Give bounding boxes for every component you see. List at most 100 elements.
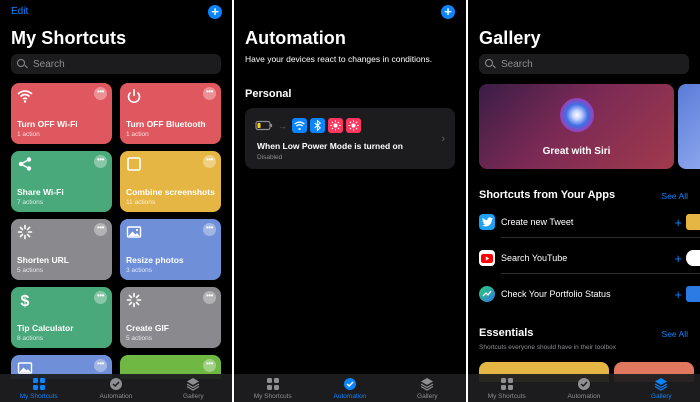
dollar-icon: $ — [21, 293, 30, 308]
tab-bar: My Shortcuts Automation Gallery — [234, 374, 466, 402]
chevron-right-icon: › — [441, 133, 445, 145]
brightness-icon — [328, 118, 343, 133]
app-shortcut-label: Create new Tweet — [501, 217, 574, 227]
more-options-button[interactable]: ••• — [203, 87, 216, 100]
more-options-button[interactable]: ••• — [94, 291, 107, 304]
grid-icon — [32, 378, 45, 390]
hero-title: Great with Siri — [542, 146, 611, 157]
tab-my-shortcuts[interactable]: My Shortcuts — [472, 377, 542, 400]
search-input[interactable]: Search — [11, 54, 221, 74]
edit-button[interactable]: Edit — [11, 6, 28, 17]
square-icon — [127, 157, 141, 171]
shortcut-tile-tip-calculator[interactable]: $ ••• Tip Calculator 8 actions — [11, 287, 112, 348]
shortcut-tile-resize-photos[interactable]: ••• Resize photos 3 actions — [120, 219, 221, 280]
tab-bar: My Shortcuts Automation Gallery — [0, 374, 232, 402]
more-options-button[interactable]: ••• — [94, 223, 107, 236]
portfolio-icon — [479, 286, 495, 302]
see-all-link[interactable]: See All — [662, 329, 688, 339]
power-icon — [127, 89, 141, 104]
automation-card[interactable]: → When Low Power Mode is turned on Disab… — [245, 108, 455, 169]
tile-action-count: 8 actions — [17, 335, 44, 342]
wifi-icon — [17, 90, 33, 103]
automation-title: When Low Power Mode is turned on — [257, 141, 403, 151]
youtube-icon — [479, 250, 495, 266]
app-shortcut-label: Check Your Portfolio Status — [501, 289, 611, 299]
tab-gallery[interactable]: Gallery — [158, 377, 228, 400]
app-shortcut-row[interactable]: Create new Tweet + — [479, 212, 700, 232]
tile-name: Turn OFF Wi-Fi — [17, 119, 78, 129]
siri-icon — [560, 98, 594, 132]
grid-icon — [266, 378, 279, 390]
tab-automation[interactable]: Automation — [549, 377, 619, 400]
tile-action-count: 3 actions — [126, 267, 153, 274]
tab-label: Gallery — [417, 393, 438, 400]
app-shortcut-row[interactable]: Check Your Portfolio Status + — [479, 284, 700, 304]
tab-label: My Shortcuts — [19, 393, 58, 400]
app-shortcut-label: Search YouTube — [501, 253, 568, 263]
shortcut-tile-shorten-url[interactable]: ••• Shorten URL 5 actions — [11, 219, 112, 280]
gallery-card-partial — [686, 286, 700, 302]
add-shortcut-button[interactable]: + — [208, 5, 222, 19]
tab-gallery[interactable]: Gallery — [392, 377, 462, 400]
more-options-button[interactable]: ••• — [203, 155, 216, 168]
more-options-button[interactable]: ••• — [203, 359, 216, 372]
add-button[interactable]: + — [674, 251, 682, 266]
shortcut-tile-turn-off-wifi[interactable]: ••• Turn OFF Wi-Fi 1 action — [11, 83, 112, 144]
tile-name: Tip Calculator — [17, 323, 74, 333]
search-input[interactable]: Search — [479, 54, 689, 74]
loader-icon — [17, 224, 33, 240]
brightness-icon — [346, 118, 361, 133]
tab-label: Automation — [333, 393, 367, 400]
more-options-button[interactable]: ••• — [94, 359, 107, 372]
tab-automation[interactable]: Automation — [81, 377, 151, 400]
section-heading-personal: Personal — [245, 88, 292, 100]
search-placeholder: Search — [501, 58, 533, 70]
clock-check-icon — [577, 378, 590, 390]
search-icon — [485, 58, 496, 70]
tab-gallery[interactable]: Gallery — [626, 377, 696, 400]
low-battery-icon — [255, 120, 273, 131]
layers-icon — [654, 378, 668, 391]
more-options-button[interactable]: ••• — [94, 155, 107, 168]
tile-action-count: 5 actions — [126, 335, 153, 342]
shortcut-tile-share-wifi[interactable]: ••• Share Wi-Fi 7 actions — [11, 151, 112, 212]
add-button[interactable]: + — [674, 287, 682, 302]
my-shortcuts-screen: Edit + My Shortcuts Search ••• Turn OFF … — [0, 0, 232, 402]
tab-my-shortcuts[interactable]: My Shortcuts — [4, 377, 74, 400]
automation-icons: → — [255, 118, 364, 133]
gallery-card-partial[interactable] — [678, 84, 700, 169]
add-automation-button[interactable]: + — [441, 5, 455, 19]
essentials-subtitle: Shortcuts everyone should have in their … — [479, 344, 616, 351]
shortcuts-grid: ••• Turn OFF Wi-Fi 1 action ••• Turn OFF… — [11, 83, 221, 379]
grid-icon — [500, 378, 513, 390]
more-options-button[interactable]: ••• — [203, 291, 216, 304]
tile-action-count: 1 action — [126, 131, 149, 138]
tab-label: Gallery — [651, 393, 672, 400]
gallery-card-partial — [686, 214, 700, 230]
more-options-button[interactable]: ••• — [94, 87, 107, 100]
more-options-button[interactable]: ••• — [203, 223, 216, 236]
gallery-screen: Gallery Search Great with Siri Shortcuts… — [468, 0, 700, 402]
section-heading-apps: Shortcuts from Your Apps — [479, 189, 616, 201]
clock-check-icon — [343, 378, 356, 390]
shortcut-tile-turn-off-bluetooth[interactable]: ••• Turn OFF Bluetooth 1 action — [120, 83, 221, 144]
tile-name: Resize photos — [126, 255, 184, 265]
app-shortcut-row[interactable]: Search YouTube + — [479, 248, 700, 268]
tile-action-count: 1 action — [17, 131, 40, 138]
shortcut-tile-combine-screenshots[interactable]: ••• Combine screenshots 11 actions — [120, 151, 221, 212]
shortcut-tile-create-gif[interactable]: ••• Create GIF 5 actions — [120, 287, 221, 348]
layers-icon — [186, 378, 200, 391]
layers-icon — [420, 378, 434, 391]
divider — [501, 237, 700, 238]
tab-label: My Shortcuts — [253, 393, 292, 400]
add-button[interactable]: + — [674, 215, 682, 230]
automation-screen: + Automation Have your devices react to … — [234, 0, 466, 402]
automation-description: Have your devices react to changes in co… — [245, 54, 433, 64]
great-with-siri-card[interactable]: Great with Siri — [479, 84, 674, 169]
tile-action-count: 11 actions — [126, 199, 156, 206]
see-all-link[interactable]: See All — [662, 191, 688, 201]
share-icon — [18, 157, 32, 171]
svg-text:$: $ — [21, 293, 30, 308]
tab-my-shortcuts[interactable]: My Shortcuts — [238, 377, 308, 400]
tab-automation[interactable]: Automation — [315, 377, 385, 400]
